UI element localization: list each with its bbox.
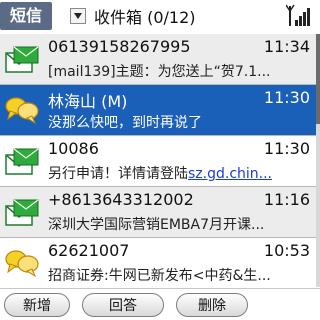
- message-sender: 林海山 (M): [48, 92, 128, 111]
- envelope-icon: [4, 146, 40, 176]
- message-row[interactable]: 06139158267995 11:34 [mail139]主题：为您送上“贺7…: [0, 34, 320, 85]
- message-row[interactable]: 62621007 10:53 招商证券:牛网已新发布<中药&生...: [0, 238, 320, 287]
- message-preview: [mail139]主题：为您送上“贺7.1...: [48, 61, 312, 81]
- chat-bubbles-icon: [4, 95, 40, 125]
- dropdown-arrow-icon[interactable]: [70, 8, 86, 24]
- message-time: 11:30: [263, 88, 310, 107]
- message-preview: 深圳大学国际营销EMBA7月开课...: [48, 214, 312, 234]
- status-icons: [286, 4, 310, 26]
- reply-button[interactable]: 回答: [82, 293, 164, 317]
- preview-text: 招商证券:牛网已新发布<中药&生...: [48, 268, 271, 284]
- message-sender: 62621007: [48, 241, 130, 260]
- message-time: 11:34: [263, 37, 310, 56]
- message-preview: 招商证券:牛网已新发布<中药&生...: [48, 265, 312, 285]
- antenna-icon: [286, 4, 295, 26]
- scrollbar[interactable]: [316, 34, 320, 287]
- message-time: 10:53: [263, 241, 310, 260]
- message-time: 11:30: [263, 139, 310, 158]
- message-row[interactable]: +8613643312002 11:16 深圳大学国际营销EMBA7月开课...: [0, 187, 320, 238]
- preview-text: 深圳大学国际营销EMBA7月开课...: [48, 217, 265, 233]
- folder-label[interactable]: 收件箱 (0/12): [94, 4, 196, 28]
- delete-button[interactable]: 删除: [176, 293, 248, 317]
- preview-text: [mail139]主题：为您送上“贺7.1...: [48, 64, 271, 80]
- new-button[interactable]: 新增: [4, 293, 70, 317]
- bottom-toolbar: 新增 回答 删除: [0, 288, 320, 320]
- folder-dropdown[interactable]: 收件箱 (0/12): [70, 4, 196, 28]
- message-time: 11:16: [263, 190, 310, 209]
- chat-bubbles-icon: [4, 248, 40, 278]
- envelope-icon: [4, 197, 40, 227]
- message-row[interactable]: 林海山 (M) 11:30 没那么快吧，到时再说了: [0, 85, 320, 136]
- envelope-icon: [4, 44, 40, 74]
- signal-strength-icon: [295, 8, 310, 26]
- app-title[interactable]: 短信: [0, 2, 52, 30]
- header-bar: 短信 收件箱 (0/12): [0, 0, 320, 32]
- preview-text: 另行申请！详情请登陆: [48, 166, 188, 182]
- message-list[interactable]: 06139158267995 11:34 [mail139]主题：为您送上“贺7…: [0, 34, 320, 287]
- message-row[interactable]: 10086 11:30 另行申请！详情请登陆sz.gd.chin...: [0, 136, 320, 187]
- message-preview: 另行申请！详情请登陆sz.gd.chin...: [48, 163, 312, 183]
- message-sender: 06139158267995: [48, 37, 191, 56]
- preview-text: 没那么快吧，到时再说了: [48, 115, 202, 131]
- message-sender: +8613643312002: [48, 190, 194, 209]
- message-preview: 没那么快吧，到时再说了: [48, 112, 312, 132]
- message-sender: 10086: [48, 139, 99, 158]
- preview-link[interactable]: sz.gd.chin...: [188, 166, 272, 182]
